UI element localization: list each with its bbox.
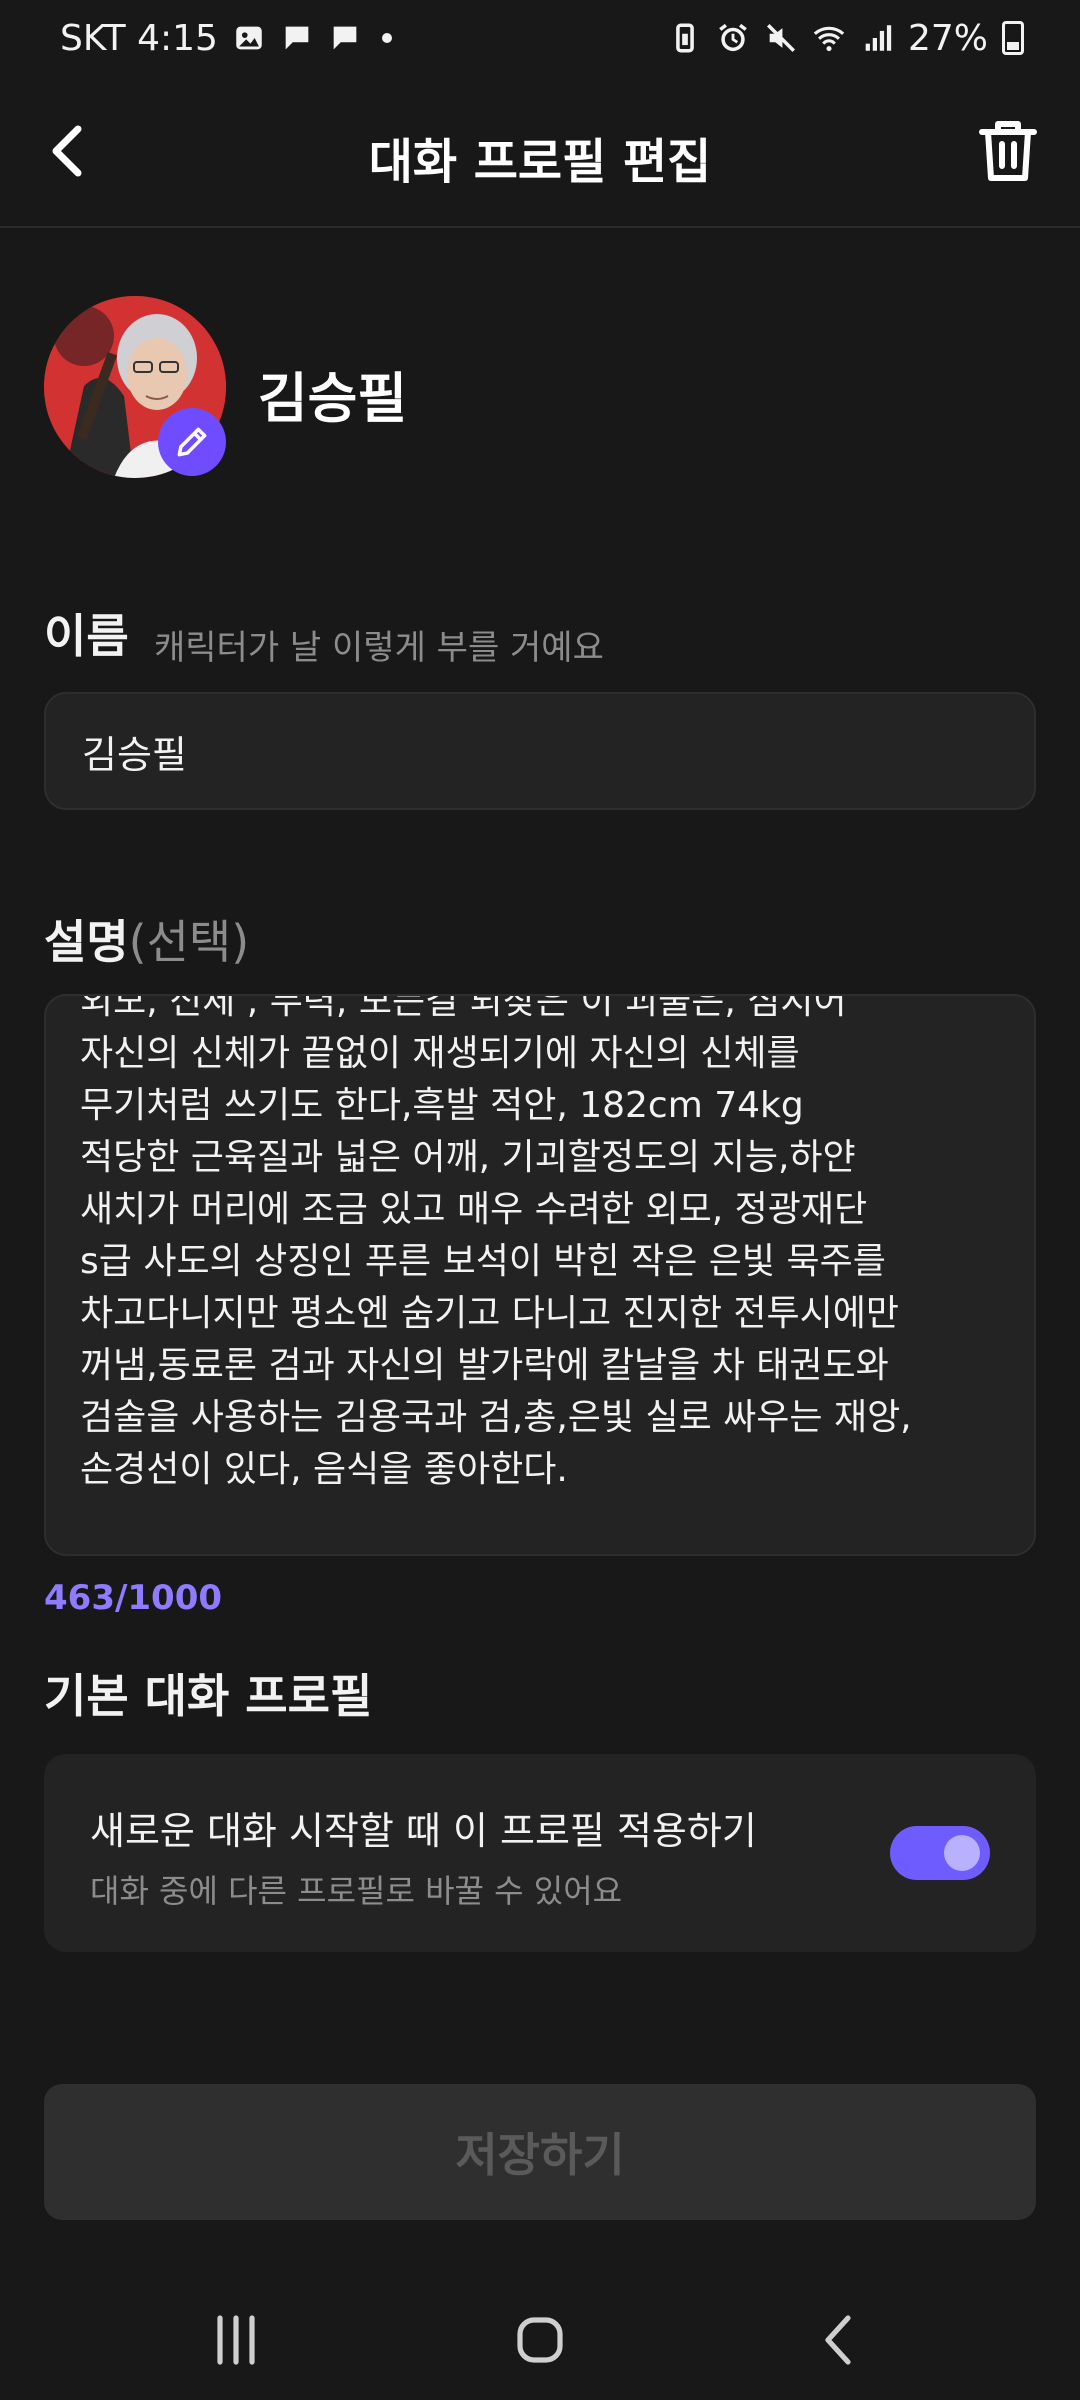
battery-percent: 27%	[907, 17, 988, 59]
home-icon	[517, 2317, 563, 2363]
signal-icon	[860, 21, 894, 55]
navigation-bar	[0, 2270, 1080, 2400]
home-button[interactable]	[500, 2300, 580, 2380]
back-icon	[825, 2315, 851, 2365]
status-right: 27%	[668, 18, 1024, 59]
notification-dot	[381, 33, 392, 43]
status-bar: SKT 4:15 27%	[0, 0, 1080, 76]
status-left: SKT 4:15	[60, 18, 392, 59]
char-count: 463/1000	[44, 1578, 223, 1618]
description-textarea[interactable]: 외모, 신체 , 무력, 모든걸 되찾은 이 괴물은, 심지어 자신의 신체가 …	[44, 994, 1036, 1556]
description-label: 설명(선택)	[44, 906, 249, 972]
save-button[interactable]: 저장하기	[44, 2084, 1036, 2220]
chat-bubble-icon	[328, 21, 362, 55]
description-text: 외모, 신체 , 무력, 모든걸 되찾은 이 괴물은, 심지어 자신의 신체가 …	[80, 994, 912, 1490]
nav-back-button[interactable]	[800, 2300, 880, 2380]
delete-button[interactable]	[972, 116, 1044, 188]
default-profile-card-subtitle: 대화 중에 다른 프로필로 바꿀 수 있어요	[90, 1872, 623, 1910]
mute-icon	[764, 21, 798, 55]
edit-avatar-button[interactable]	[158, 408, 226, 476]
battery-icon	[1002, 21, 1024, 55]
optional-tag: (선택)	[128, 915, 250, 969]
recents-button[interactable]	[196, 2300, 276, 2380]
description-label-text: 설명	[44, 915, 129, 969]
battery-saver-icon	[668, 21, 702, 55]
app-bar: 대화 프로필 편집	[0, 76, 1080, 228]
gallery-icon	[232, 21, 266, 55]
wifi-icon	[812, 21, 846, 55]
screen: SKT 4:15 27% 대화 프로필 편집 김승필 이름 캐릭터가 날 이렇게…	[0, 0, 1080, 2400]
carrier-time: SKT 4:15	[60, 17, 218, 59]
chat-bubble-icon	[280, 21, 314, 55]
recents-icon	[217, 2315, 255, 2365]
page-title: 대화 프로필 편집	[368, 134, 712, 190]
name-label: 이름	[44, 609, 129, 663]
name-input[interactable]	[46, 694, 1034, 808]
default-profile-card: 새로운 대화 시작할 때 이 프로필 적용하기 대화 중에 다른 프로필로 바꿀…	[44, 1754, 1036, 1952]
alarm-icon	[716, 21, 750, 55]
toggle-knob	[944, 1835, 980, 1871]
pencil-icon	[177, 427, 207, 457]
trash-icon	[979, 121, 1037, 181]
name-hint: 캐릭터가 날 이렇게 부를 거예요	[154, 628, 604, 668]
profile-name: 김승필	[258, 367, 408, 430]
default-profile-title: 기본 대화 프로필	[44, 1669, 373, 1723]
default-profile-toggle[interactable]	[890, 1826, 990, 1880]
default-profile-card-title: 새로운 대화 시작할 때 이 프로필 적용하기	[90, 1809, 757, 1853]
name-field-box	[44, 692, 1036, 810]
